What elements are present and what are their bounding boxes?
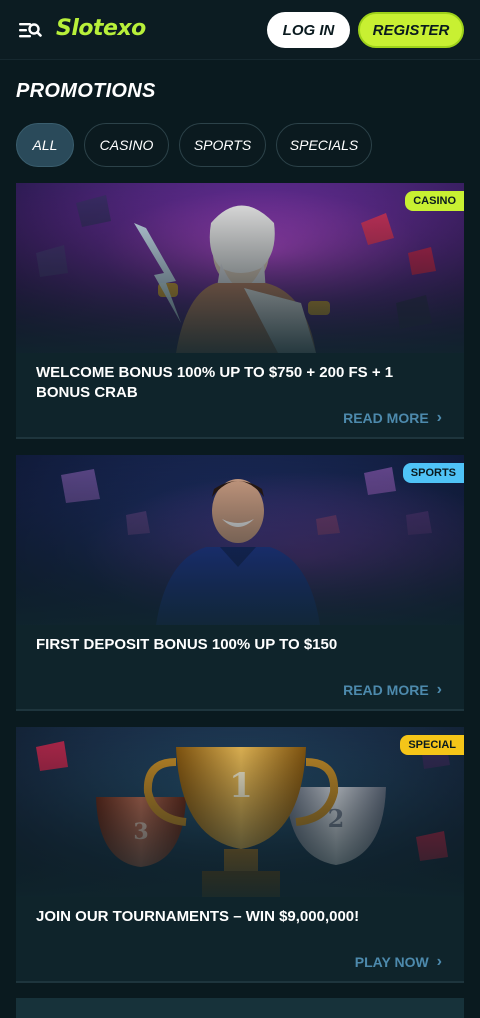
category-badge: CASINO [405,191,464,211]
filter-all[interactable]: ALL [16,123,74,167]
zeus-lightning-image [16,183,464,353]
slotexo-logo[interactable]: Slotexo [56,16,146,44]
promo-filter-tabs: ALL CASINO SPORTS SPECIALS [16,123,372,167]
filter-specials[interactable]: SPECIALS [276,123,372,167]
cta-label: READ MORE [343,682,429,698]
chevron-right-icon: › [436,409,442,426]
play-now-link[interactable]: PLAY NOW › [355,953,442,971]
promo-card[interactable]: SPORTS FIRST DEPOSIT BONUS 100% UP TO $1… [16,455,464,711]
promo-card[interactable]: CASINO WELCOME BONUS 100% UP TO $750 + 2… [16,183,464,439]
cta-label: READ MORE [343,410,429,426]
promo-card-partial[interactable] [16,998,464,1018]
promo-title: WELCOME BONUS 100% UP TO $750 + 200 FS +… [36,364,394,401]
category-badge: SPECIAL [400,735,464,755]
login-button[interactable]: LOG IN [267,12,350,48]
read-more-link[interactable]: READ MORE › [343,409,442,427]
trophy-cups-image: 3 2 1 [16,727,464,897]
promo-card[interactable]: 3 2 1 SPECIAL JOIN OUR TOURNAMENTS – WIN… [16,727,464,983]
chevron-right-icon: › [436,681,442,698]
register-button[interactable]: REGISTER [358,12,464,48]
menu-search-icon[interactable] [18,18,42,42]
cta-label: PLAY NOW [354,954,429,970]
filter-sports[interactable]: SPORTS [179,123,266,167]
footballer-portrait-image [16,455,464,625]
filter-casino[interactable]: CASINO [84,123,169,167]
top-bar: Slotexo LOG IN REGISTER [0,0,480,60]
page-title: PROMOTIONS [16,80,156,102]
category-badge: SPORTS [402,463,464,483]
promo-title: JOIN OUR TOURNAMENTS – WIN $9,000,000! [36,908,360,925]
promo-title: FIRST DEPOSIT BONUS 100% UP TO $150 [36,636,338,653]
read-more-link[interactable]: READ MORE › [343,681,442,699]
chevron-right-icon: › [436,953,442,970]
